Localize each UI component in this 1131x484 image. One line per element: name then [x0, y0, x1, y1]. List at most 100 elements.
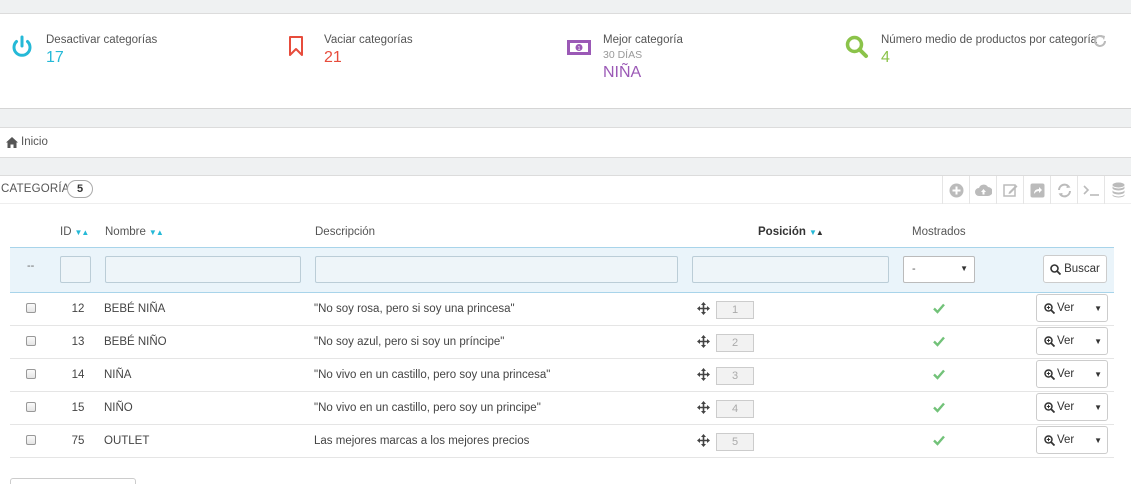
- caret-down-icon: ▼: [960, 264, 968, 273]
- drag-move-icon[interactable]: [697, 335, 710, 348]
- check-icon[interactable]: [933, 368, 945, 380]
- row-checkbox[interactable]: [26, 336, 36, 346]
- sort-arrows-icon[interactable]: ▼▲: [149, 228, 164, 237]
- row-name: NIÑA: [104, 369, 132, 381]
- check-icon[interactable]: [933, 302, 945, 314]
- row-description: "No vivo en un castillo, pero soy un pri…: [314, 402, 541, 414]
- filter-displayed-select[interactable]: - ▼: [903, 256, 975, 283]
- filter-name-input[interactable]: [105, 256, 301, 283]
- view-label: Ver: [1057, 368, 1075, 380]
- zoom-in-icon: [1044, 302, 1055, 314]
- row-description: "No soy azul, pero si soy un príncipe": [314, 336, 505, 348]
- row-id: 15: [71, 402, 85, 414]
- column-header-name: Nombre ▼▲: [105, 226, 164, 238]
- row-id: 13: [71, 336, 85, 348]
- column-label: Mostrados: [912, 226, 966, 238]
- edit-button[interactable]: [996, 176, 1023, 204]
- caret-down-icon[interactable]: ▼: [1094, 436, 1102, 445]
- column-header-id: ID ▼▲: [60, 226, 90, 238]
- caret-down-icon[interactable]: ▼: [1094, 337, 1102, 346]
- search-icon: [1050, 263, 1062, 275]
- view-button[interactable]: Ver ▼: [1036, 360, 1108, 388]
- categories-panel: Categorías 5: [0, 175, 1131, 484]
- caret-down-icon[interactable]: ▼: [1094, 304, 1102, 313]
- row-checkbox[interactable]: [26, 369, 36, 379]
- refresh-icon: [1057, 183, 1071, 197]
- drag-move-icon[interactable]: [697, 368, 710, 381]
- zoom-in-icon: [1044, 368, 1055, 380]
- row-id: 14: [71, 369, 85, 381]
- kpi-value: 4: [881, 49, 890, 66]
- breadcrumb-home[interactable]: Inicio: [21, 136, 48, 148]
- export-button[interactable]: [1023, 176, 1050, 204]
- row-checkbox[interactable]: [26, 435, 36, 445]
- drag-move-icon[interactable]: [697, 434, 710, 447]
- sql-query-button[interactable]: [1077, 176, 1104, 204]
- zoom-in-icon: [1044, 434, 1055, 446]
- row-description: "No soy rosa, pero si soy una princesa": [314, 303, 515, 315]
- refresh-icon[interactable]: [1092, 33, 1108, 49]
- column-label: Nombre: [105, 226, 146, 238]
- row-name: NIÑO: [104, 402, 133, 414]
- column-header-description: Descripción: [315, 226, 375, 238]
- table-row[interactable]: 75 OUTLET Las mejores marcas a los mejor…: [10, 425, 1114, 458]
- column-label: Descripción: [315, 226, 376, 238]
- kpi-label: Número medio de productos por categoría: [881, 34, 1098, 46]
- zoom-in-icon: [1044, 335, 1055, 347]
- drag-move-icon[interactable]: [697, 401, 710, 414]
- power-icon: [12, 35, 32, 57]
- row-name: OUTLET: [104, 435, 150, 447]
- sql-manager-button[interactable]: [1104, 176, 1131, 204]
- row-checkbox[interactable]: [26, 303, 36, 313]
- add-new-button[interactable]: [942, 176, 969, 204]
- kpi-value: 17: [46, 49, 64, 66]
- view-label: Ver: [1057, 434, 1075, 446]
- table-row[interactable]: 14 NIÑA "No vivo en un castillo, pero so…: [10, 359, 1114, 392]
- view-button[interactable]: Ver ▼: [1036, 426, 1108, 454]
- money-icon: 1: [567, 40, 591, 55]
- sort-arrows-icon[interactable]: ▼▲: [809, 228, 824, 237]
- row-description: "No vivo en un castillo, pero soy una pr…: [314, 369, 551, 381]
- row-position: 3: [716, 367, 754, 385]
- sort-arrows-icon[interactable]: ▼▲: [75, 228, 90, 237]
- row-id: 12: [71, 303, 85, 315]
- table-row[interactable]: 15 NIÑO "No vivo en un castillo, pero so…: [10, 392, 1114, 425]
- filter-position-input[interactable]: [692, 256, 889, 283]
- plus-circle-icon: [949, 183, 963, 197]
- bookmark-icon: [289, 36, 303, 56]
- column-header-displayed: Mostrados: [912, 226, 966, 238]
- kpi-label: Vaciar categorías: [324, 34, 413, 46]
- filter-description-input[interactable]: [315, 256, 678, 283]
- zoom-in-icon: [1044, 401, 1055, 413]
- check-icon[interactable]: [933, 335, 945, 347]
- view-button[interactable]: Ver ▼: [1036, 327, 1108, 355]
- share-icon: [1030, 183, 1044, 197]
- caret-down-icon[interactable]: ▼: [1094, 403, 1102, 412]
- view-label: Ver: [1057, 401, 1075, 413]
- kpi-value: NIÑA: [603, 64, 642, 81]
- view-label: Ver: [1057, 335, 1075, 347]
- column-header-position: Posición ▼▲: [758, 226, 824, 238]
- breadcrumb-bar: Inicio: [0, 127, 1131, 158]
- check-icon[interactable]: [933, 401, 945, 413]
- import-button[interactable]: [969, 176, 996, 204]
- view-button[interactable]: Ver ▼: [1036, 393, 1108, 421]
- caret-down-icon[interactable]: ▼: [1094, 370, 1102, 379]
- breadcrumb[interactable]: Inicio: [6, 136, 48, 148]
- search-button[interactable]: Buscar: [1043, 255, 1107, 283]
- svg-text:1: 1: [578, 46, 581, 52]
- row-description: Las mejores marcas a los mejores precios: [314, 435, 530, 447]
- drag-move-icon[interactable]: [697, 302, 710, 315]
- refresh-list-button[interactable]: [1050, 176, 1077, 204]
- kpi-sub: 30 DÍAS: [603, 49, 643, 61]
- row-checkbox[interactable]: [26, 402, 36, 412]
- filter-id-input[interactable]: [60, 256, 91, 283]
- column-label: ID: [60, 226, 72, 238]
- bulk-actions-button[interactable]: [10, 478, 136, 484]
- kpi-bar: Desactivar categorías 17 Vaciar categorí…: [0, 13, 1131, 109]
- home-icon: [6, 136, 18, 148]
- view-button[interactable]: Ver ▼: [1036, 294, 1108, 322]
- check-icon[interactable]: [933, 434, 945, 446]
- table-row[interactable]: 13 BEBÉ NIÑO "No soy azul, pero si soy u…: [10, 326, 1114, 359]
- table-row[interactable]: 12 BEBÉ NIÑA "No soy rosa, pero si soy u…: [10, 293, 1114, 326]
